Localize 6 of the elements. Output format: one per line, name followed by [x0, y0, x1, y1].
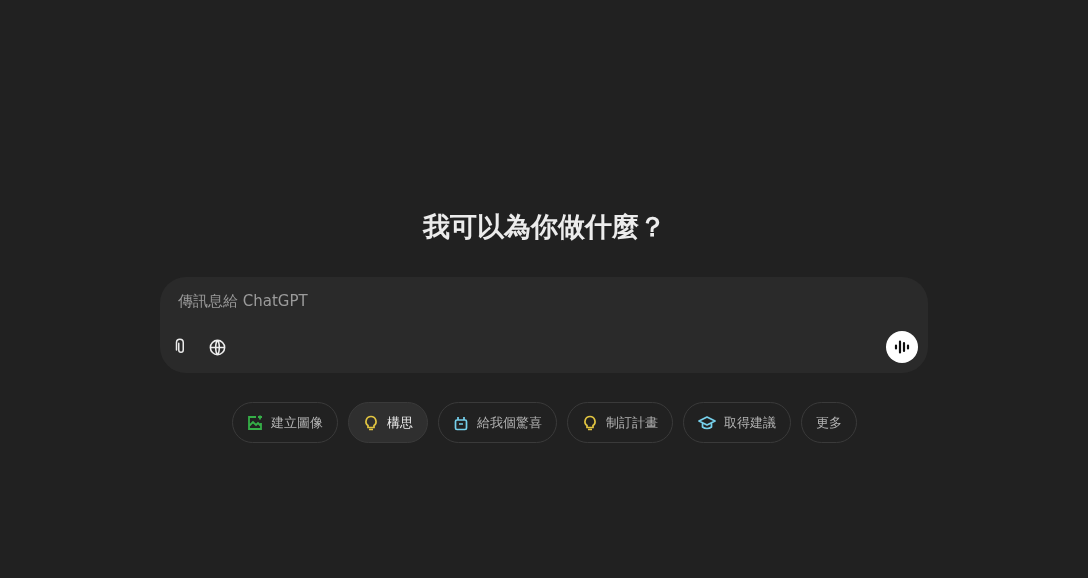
suggestion-chip[interactable]: 構思 [347, 402, 428, 443]
page-heading: 我可以為你做什麼？ [422, 210, 666, 244]
sound-wave-icon [893, 338, 911, 356]
globe-icon [207, 337, 227, 357]
voice-button[interactable] [886, 331, 918, 363]
message-input[interactable]: 傳訊息給 ChatGPT [178, 289, 918, 313]
